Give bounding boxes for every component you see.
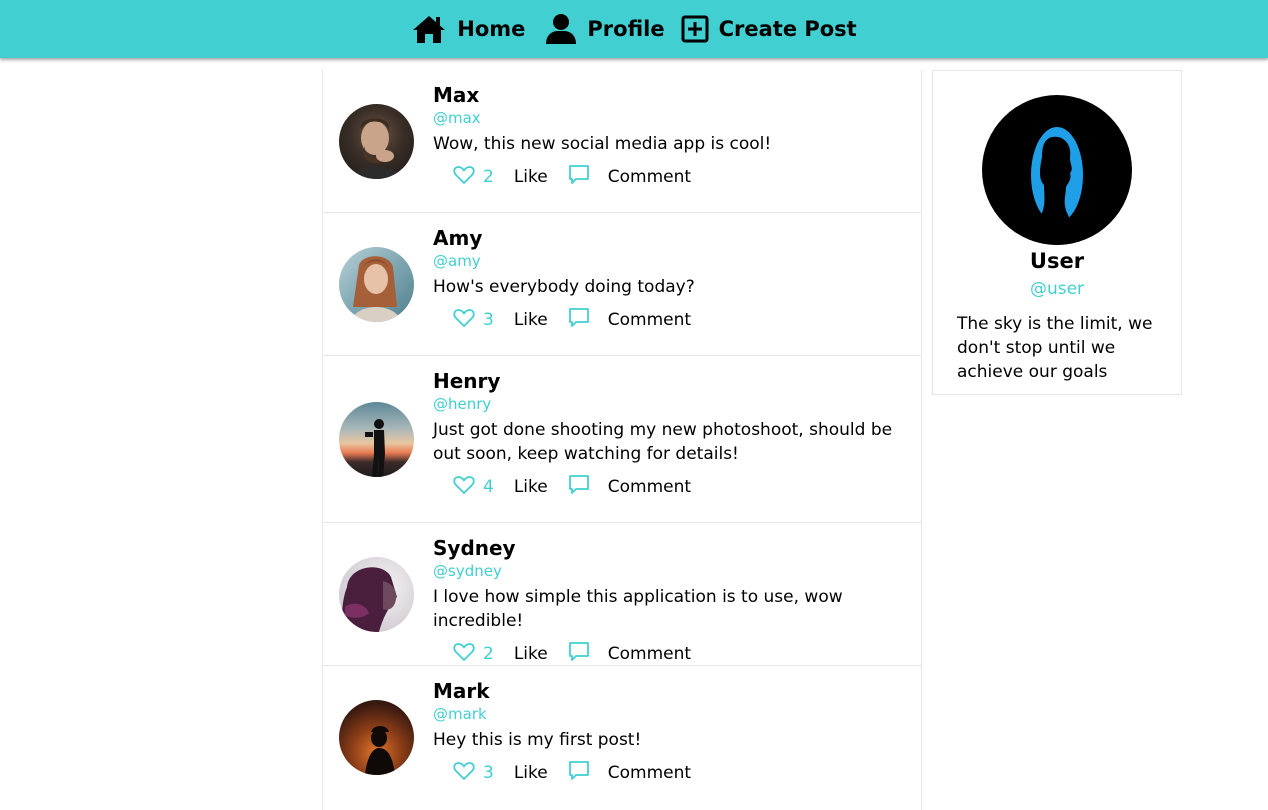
like-count: 2	[483, 644, 494, 664]
like-label[interactable]: Like	[514, 477, 548, 497]
post-text: Wow, this new social media app is cool!	[433, 134, 772, 154]
comment-button[interactable]: Comment	[568, 474, 691, 500]
like-button[interactable]: 4	[453, 475, 514, 499]
comment-button[interactable]: Comment	[568, 307, 691, 333]
post-author-name[interactable]: Amy	[433, 225, 907, 251]
comment-icon	[568, 760, 590, 786]
post-actions: 3 Like Comment	[433, 760, 907, 786]
post-author-handle[interactable]: @max	[433, 108, 907, 128]
post-author-name[interactable]: Max	[433, 82, 907, 108]
comment-label: Comment	[607, 477, 692, 497]
like-label[interactable]: Like	[514, 644, 548, 664]
post-actions: 4 Like Comment	[433, 474, 907, 500]
post-card: Max @max Wow, this new social media app …	[323, 70, 921, 213]
heart-icon	[453, 642, 475, 666]
like-count: 4	[483, 477, 494, 497]
profile-handle[interactable]: @user	[933, 279, 1181, 299]
comment-icon	[568, 641, 590, 667]
post-feed: Max @max Wow, this new social media app …	[322, 70, 922, 810]
comment-label: Comment	[607, 644, 692, 664]
nav-home-label: Home	[457, 17, 526, 41]
post-card: Mark @mark Hey this is my first post! 3 …	[323, 666, 921, 809]
profile-bio: The sky is the limit, we don't stop unti…	[957, 314, 1153, 382]
post-content: Sydney @sydney I love how simple this ap…	[433, 535, 907, 667]
avatar[interactable]	[339, 557, 414, 632]
plus-square-icon	[681, 15, 709, 43]
avatar[interactable]	[339, 247, 414, 322]
post-card: Sydney @sydney I love how simple this ap…	[323, 523, 921, 666]
like-count: 3	[483, 310, 494, 330]
post-author-handle[interactable]: @mark	[433, 704, 907, 724]
avatar[interactable]	[339, 104, 414, 179]
like-label[interactable]: Like	[514, 167, 548, 187]
heart-icon	[453, 475, 475, 499]
nav-home[interactable]: Home	[411, 14, 525, 44]
post-content: Mark @mark Hey this is my first post! 3 …	[433, 678, 907, 786]
post-actions: 2 Like Comment	[433, 164, 907, 190]
post-content: Amy @amy How's everybody doing today? 3 …	[433, 225, 907, 333]
like-count: 2	[483, 167, 494, 187]
post-author-handle[interactable]: @sydney	[433, 561, 907, 581]
top-navbar: Home Profile Create Post	[0, 0, 1268, 58]
post-card: Amy @amy How's everybody doing today? 3 …	[323, 213, 921, 356]
avatar[interactable]	[339, 402, 414, 477]
comment-label: Comment	[607, 763, 692, 783]
user-icon	[545, 13, 577, 45]
avatar[interactable]	[339, 700, 414, 775]
heart-icon	[453, 761, 475, 785]
profile-card: User @user The sky is the limit, we don'…	[932, 70, 1182, 395]
like-label[interactable]: Like	[514, 310, 548, 330]
post-actions: 2 Like Comment	[433, 641, 907, 667]
post-content: Max @max Wow, this new social media app …	[433, 82, 907, 190]
comment-icon	[568, 307, 590, 333]
like-button[interactable]: 2	[453, 165, 514, 189]
profile-avatar[interactable]	[982, 95, 1132, 245]
like-button[interactable]: 3	[453, 308, 514, 332]
comment-label: Comment	[607, 310, 692, 330]
comment-button[interactable]: Comment	[568, 760, 691, 786]
like-button[interactable]: 3	[453, 761, 514, 785]
comment-button[interactable]: Comment	[568, 164, 691, 190]
like-button[interactable]: 2	[453, 642, 514, 666]
post-author-handle[interactable]: @henry	[433, 394, 907, 414]
post-author-name[interactable]: Sydney	[433, 535, 907, 561]
like-label[interactable]: Like	[514, 763, 548, 783]
comment-label: Comment	[607, 167, 692, 187]
post-text: Hey this is my first post!	[433, 730, 642, 750]
heart-icon	[453, 308, 475, 332]
nav-create-post-label: Create Post	[718, 17, 857, 41]
home-icon	[411, 14, 447, 44]
post-author-name[interactable]: Henry	[433, 368, 907, 394]
post-author-handle[interactable]: @amy	[433, 251, 907, 271]
post-author-name[interactable]: Mark	[433, 678, 907, 704]
post-text: How's everybody doing today?	[433, 277, 695, 297]
comment-icon	[568, 164, 590, 190]
post-card: Henry @henry Just got done shooting my n…	[323, 356, 921, 523]
like-count: 3	[483, 763, 494, 783]
post-actions: 3 Like Comment	[433, 307, 907, 333]
post-content: Henry @henry Just got done shooting my n…	[433, 368, 907, 500]
post-text: Just got done shooting my new photoshoot…	[433, 420, 893, 464]
comment-button[interactable]: Comment	[568, 641, 691, 667]
nav-create-post[interactable]: Create Post	[681, 15, 857, 43]
nav-profile-label: Profile	[587, 17, 665, 41]
post-text: I love how simple this application is to…	[433, 587, 843, 631]
nav-profile[interactable]: Profile	[545, 13, 665, 45]
profile-name[interactable]: User	[933, 249, 1181, 273]
comment-icon	[568, 474, 590, 500]
heart-icon	[453, 165, 475, 189]
